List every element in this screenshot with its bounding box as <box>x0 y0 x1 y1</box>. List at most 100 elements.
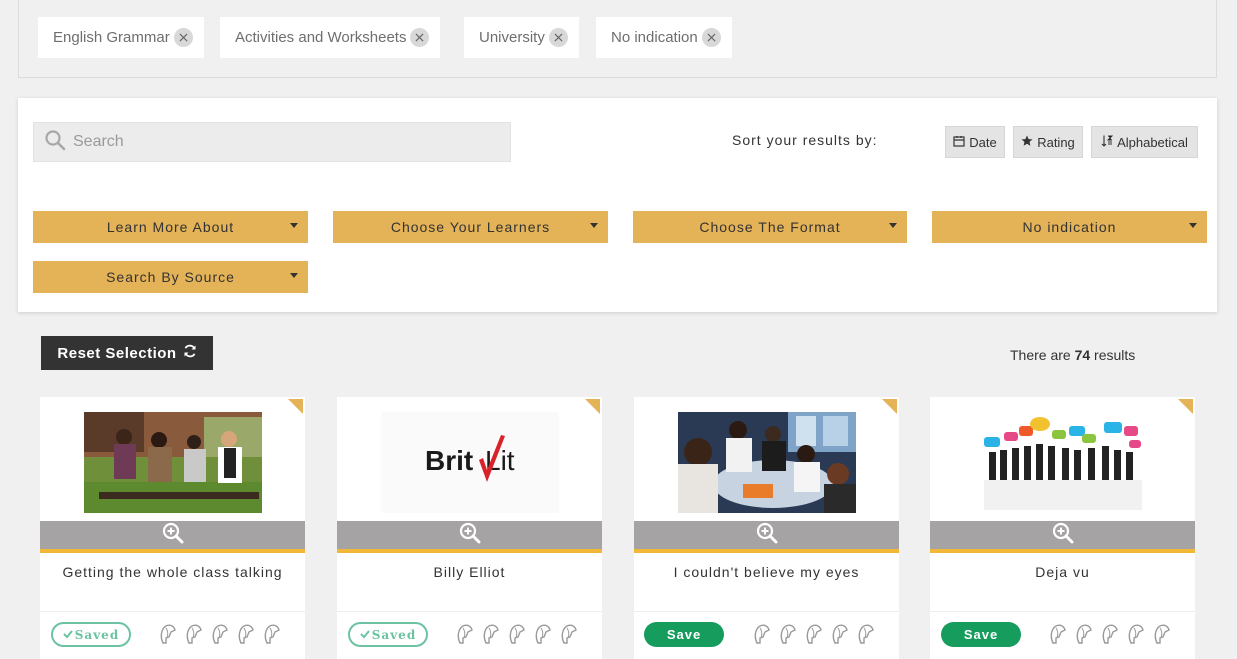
saved-label: Saved <box>74 627 120 642</box>
dropdown-choose-learners[interactable]: Choose Your Learners <box>333 211 608 243</box>
save-label: Save <box>963 627 999 642</box>
zoom-bar[interactable] <box>40 521 305 553</box>
save-button[interactable]: Save <box>941 622 1021 647</box>
rating-helmets[interactable] <box>157 623 282 645</box>
search-box <box>33 122 511 162</box>
close-icon[interactable] <box>173 28 193 47</box>
dropdown-label: Choose Your Learners <box>390 219 551 235</box>
dropdown-choose-format[interactable]: Choose The Format <box>633 211 907 243</box>
helmet-rating-icon[interactable] <box>1125 623 1146 645</box>
zoom-in-icon[interactable] <box>459 522 481 549</box>
card-footer: Saved <box>337 611 602 659</box>
dropdown-search-by-source[interactable]: Search By Source <box>33 261 308 293</box>
helmet-rating-icon[interactable] <box>261 623 282 645</box>
filter-chip-label: University <box>479 29 545 46</box>
sort-date-button[interactable]: Date <box>945 126 1005 158</box>
caret-down-icon <box>590 223 598 228</box>
dropdown-label: Learn More About <box>106 219 235 235</box>
helmet-rating-icon[interactable] <box>777 623 798 645</box>
helmet-rating-icon[interactable] <box>855 623 876 645</box>
saved-button[interactable]: Saved <box>51 622 131 647</box>
helmet-rating-icon[interactable] <box>209 623 230 645</box>
caret-down-icon <box>889 223 897 228</box>
filter-chip-english-grammar[interactable]: English Grammar <box>38 17 204 58</box>
save-button[interactable]: Save <box>644 622 724 647</box>
resource-card[interactable]: I couldn't believe my eyes Save <box>634 397 899 659</box>
zoom-bar[interactable] <box>634 521 899 553</box>
helmet-rating-icon[interactable] <box>1099 623 1120 645</box>
filter-chip-label: No indication <box>611 29 698 46</box>
sort-alphabetical-button[interactable]: Alphabetical <box>1091 126 1198 158</box>
helmet-rating-icon[interactable] <box>454 623 475 645</box>
dropdown-no-indication[interactable]: No indication <box>932 211 1207 243</box>
helmet-rating-icon[interactable] <box>235 623 256 645</box>
card-image[interactable] <box>930 397 1195 521</box>
filter-chip-activities[interactable]: Activities and Worksheets <box>220 17 441 58</box>
caret-down-icon <box>1189 223 1197 228</box>
helmet-rating-icon[interactable] <box>829 623 850 645</box>
helmet-rating-icon[interactable] <box>183 623 204 645</box>
card-footer: Save <box>634 611 899 659</box>
card-title[interactable]: I couldn't believe my eyes <box>654 563 879 581</box>
active-filters-bar: English Grammar Activities and Worksheet… <box>18 0 1217 78</box>
helmet-rating-icon[interactable] <box>803 623 824 645</box>
saved-label: Saved <box>371 627 417 642</box>
sort-rating-button[interactable]: Rating <box>1013 126 1083 158</box>
reset-label: Reset Selection <box>57 344 177 362</box>
students-outdoors-photo <box>83 411 262 513</box>
helmet-rating-icon[interactable] <box>1047 623 1068 645</box>
zoom-in-icon[interactable] <box>1052 522 1074 549</box>
card-image[interactable] <box>634 397 899 521</box>
refresh-icon <box>183 344 197 362</box>
calendar-icon <box>953 135 965 150</box>
helmet-rating-icon[interactable] <box>751 623 772 645</box>
helmet-rating-icon[interactable] <box>532 623 553 645</box>
svg-text:Brit: Brit <box>425 445 473 476</box>
resource-card[interactable]: Brit Lit Billy Elliot Saved <box>337 397 602 659</box>
search-input[interactable] <box>73 133 493 151</box>
results-count-number: 74 <box>1074 347 1091 363</box>
card-title[interactable]: Billy Elliot <box>357 563 582 581</box>
filter-chip-label: English Grammar <box>53 29 170 46</box>
zoom-in-icon[interactable] <box>756 522 778 549</box>
resource-card[interactable]: Getting the whole class talking Saved <box>40 397 305 659</box>
resource-card[interactable]: Deja vu Save <box>930 397 1195 659</box>
sort-alphabetical-label: Alphabetical <box>1117 134 1188 150</box>
filter-panel: Sort your results by: Date Rating Alphab… <box>18 98 1217 312</box>
results-count: There are 74 results <box>1010 347 1136 363</box>
helmet-rating-icon[interactable] <box>558 623 579 645</box>
helmet-rating-icon[interactable] <box>1151 623 1172 645</box>
card-footer: Save <box>930 611 1195 659</box>
card-image[interactable]: Brit Lit <box>337 397 602 521</box>
card-title[interactable]: Getting the whole class talking <box>60 563 285 581</box>
reset-selection-button[interactable]: Reset Selection <box>41 336 213 370</box>
close-icon[interactable] <box>410 28 430 47</box>
rating-helmets[interactable] <box>454 623 579 645</box>
zoom-bar[interactable] <box>337 521 602 553</box>
card-image[interactable] <box>40 397 305 521</box>
rating-helmets[interactable] <box>1047 623 1172 645</box>
filter-chip-university[interactable]: University <box>464 17 579 58</box>
dropdown-label: Choose The Format <box>699 219 841 235</box>
filter-chip-label: Activities and Worksheets <box>235 29 407 46</box>
students-table-photo <box>677 411 856 513</box>
close-icon[interactable] <box>548 28 568 47</box>
helmet-rating-icon[interactable] <box>157 623 178 645</box>
star-icon <box>1021 135 1033 150</box>
dropdown-learn-more-about[interactable]: Learn More About <box>33 211 308 243</box>
sort-date-label: Date <box>969 134 997 150</box>
check-icon <box>63 628 73 642</box>
search-icon <box>44 129 66 156</box>
helmet-rating-icon[interactable] <box>480 623 501 645</box>
filter-chip-no-indication[interactable]: No indication <box>596 17 732 58</box>
saved-button[interactable]: Saved <box>348 622 428 647</box>
card-title[interactable]: Deja vu <box>950 563 1175 581</box>
caret-down-icon <box>290 223 298 228</box>
zoom-bar[interactable] <box>930 521 1195 553</box>
zoom-in-icon[interactable] <box>162 522 184 549</box>
sort-label: Sort your results by: <box>732 132 878 148</box>
helmet-rating-icon[interactable] <box>1073 623 1094 645</box>
rating-helmets[interactable] <box>751 623 876 645</box>
helmet-rating-icon[interactable] <box>506 623 527 645</box>
close-icon[interactable] <box>701 28 721 47</box>
